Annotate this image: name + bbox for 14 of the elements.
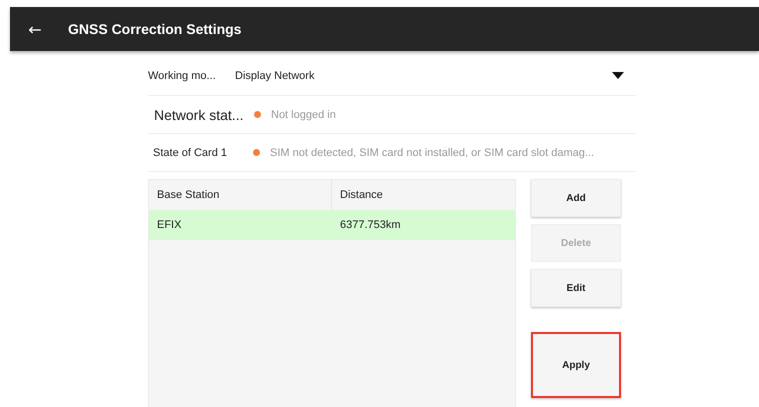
back-button[interactable]: ← bbox=[26, 20, 44, 38]
status-text: SIM not detected, SIM card not installed, or SIM card slot damag... bbox=[270, 146, 594, 158]
dropdown[interactable]: Display Network bbox=[235, 70, 636, 82]
column-header: Distance bbox=[339, 189, 383, 201]
setting-label: State of Card 1 bbox=[153, 146, 228, 158]
dropdown-arrow-icon bbox=[612, 72, 624, 80]
setting-label: Working mo... bbox=[148, 70, 217, 82]
action-button[interactable]: Apply bbox=[531, 332, 621, 398]
action-button[interactable]: Edit bbox=[531, 269, 621, 307]
status-text: Not logged in bbox=[271, 108, 336, 120]
setting-label: Network stat... bbox=[154, 106, 244, 122]
table-row[interactable]: EFIX 6377.753km bbox=[149, 210, 515, 240]
page-title: GNSS Correction Settings bbox=[68, 21, 242, 37]
action-button[interactable]: Add bbox=[531, 179, 621, 217]
